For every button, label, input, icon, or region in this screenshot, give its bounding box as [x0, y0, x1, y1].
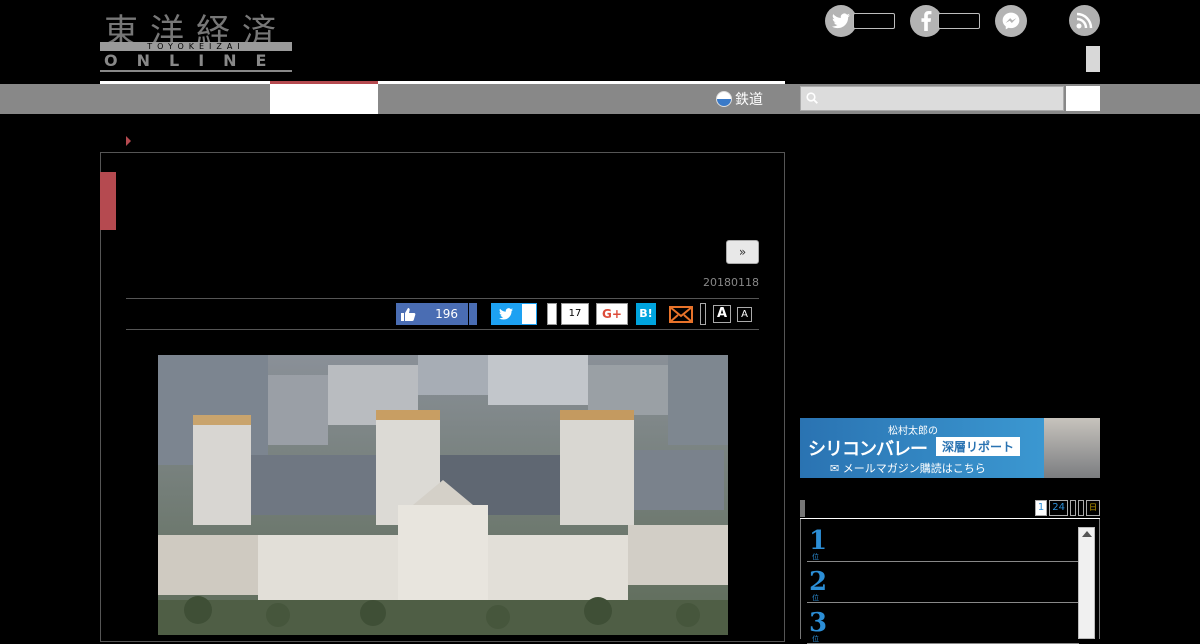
- google-plus-button[interactable]: G+: [596, 303, 628, 325]
- ranking-item[interactable]: 2 位: [807, 563, 1079, 603]
- share-divider-bottom: [126, 329, 759, 330]
- rank-suffix: 位: [812, 594, 819, 602]
- ranking-item[interactable]: 1 位: [807, 522, 1079, 562]
- hatena-bookmark-button[interactable]: B!: [636, 303, 656, 325]
- facebook-like-count: 196: [435, 307, 458, 321]
- logo-romaji: TOYOKEIZAI: [100, 42, 292, 51]
- ranking-tab-day[interactable]: 日: [1086, 500, 1100, 516]
- facebook-share-button[interactable]: [468, 303, 477, 325]
- messenger-share[interactable]: [995, 5, 1027, 37]
- ranking-item[interactable]: 3 位: [807, 604, 1079, 644]
- ranking-list: 1 位 2 位 3 位: [800, 519, 1100, 644]
- banner-portrait: [1044, 418, 1100, 478]
- twitter-icon: [499, 308, 513, 320]
- newsletter-banner[interactable]: 松村太郎の シリコンバレー 深層リポート ✉ メールマガジン購読はこちら: [800, 418, 1100, 478]
- scroll-up-icon[interactable]: [1082, 531, 1092, 537]
- article-photo: [158, 355, 728, 635]
- font-size-small-button[interactable]: A: [737, 307, 752, 322]
- train-icon: [716, 91, 732, 107]
- mail-icon[interactable]: [668, 303, 694, 325]
- menu-button[interactable]: [1086, 46, 1100, 72]
- tweet-count: [521, 303, 537, 325]
- ranking-header: 1 24 日: [800, 498, 1100, 519]
- search-icon: [806, 92, 818, 104]
- banner-title: シリコンバレー: [808, 439, 928, 460]
- twitter-follow[interactable]: [825, 5, 895, 37]
- nav-item-rail-label: 鉄道: [735, 92, 763, 108]
- tweet-button[interactable]: [491, 303, 521, 325]
- rss-icon[interactable]: [1069, 5, 1100, 36]
- pocket-count: 17: [561, 303, 589, 325]
- search-box: [800, 86, 1064, 111]
- nav-tab-active[interactable]: [270, 84, 378, 114]
- ranking-header-marker: [800, 500, 805, 517]
- ranking-tab-3[interactable]: [1070, 500, 1076, 516]
- rank-suffix: 位: [812, 635, 819, 643]
- logo-divider: [100, 70, 292, 72]
- search-button[interactable]: [1066, 86, 1100, 111]
- facebook-like-button[interactable]: 196: [396, 303, 468, 325]
- ranking-widget: 1 24 日 1 位 2 位 3 位: [800, 498, 1100, 644]
- ranking-tab-1h[interactable]: 1: [1034, 500, 1048, 516]
- messenger-icon[interactable]: [995, 5, 1027, 37]
- twitter-follower-count: [853, 13, 895, 29]
- ranking-scrollbar[interactable]: [1078, 527, 1095, 639]
- nav-item-rail[interactable]: 鉄道: [716, 88, 763, 110]
- search-input[interactable]: [821, 87, 1061, 110]
- facebook-follow[interactable]: [910, 5, 980, 37]
- ranking-tab-24h[interactable]: 24: [1049, 500, 1068, 516]
- rank-suffix: 位: [812, 553, 819, 561]
- banner-cta: ✉ メールマガジン購読はこちら: [830, 462, 986, 475]
- breadcrumb-arrow-icon: [126, 136, 131, 146]
- facebook-like-count: [938, 13, 980, 29]
- pocket-button[interactable]: [547, 303, 557, 325]
- thumbs-up-icon: [401, 308, 416, 321]
- category-marker: [100, 172, 116, 230]
- font-size-large-button[interactable]: A: [713, 305, 731, 323]
- ranking-tabs: 1 24 日: [1034, 500, 1100, 516]
- ranking-tab-4[interactable]: [1078, 500, 1084, 516]
- share-divider-top: [126, 298, 759, 299]
- font-size-separator: [700, 303, 706, 325]
- banner-subtitle: 深層リポート: [936, 437, 1021, 456]
- next-page-button[interactable]: »: [726, 240, 759, 264]
- logo-online[interactable]: ONLINE: [104, 51, 285, 70]
- article-date: 20180118: [703, 276, 759, 289]
